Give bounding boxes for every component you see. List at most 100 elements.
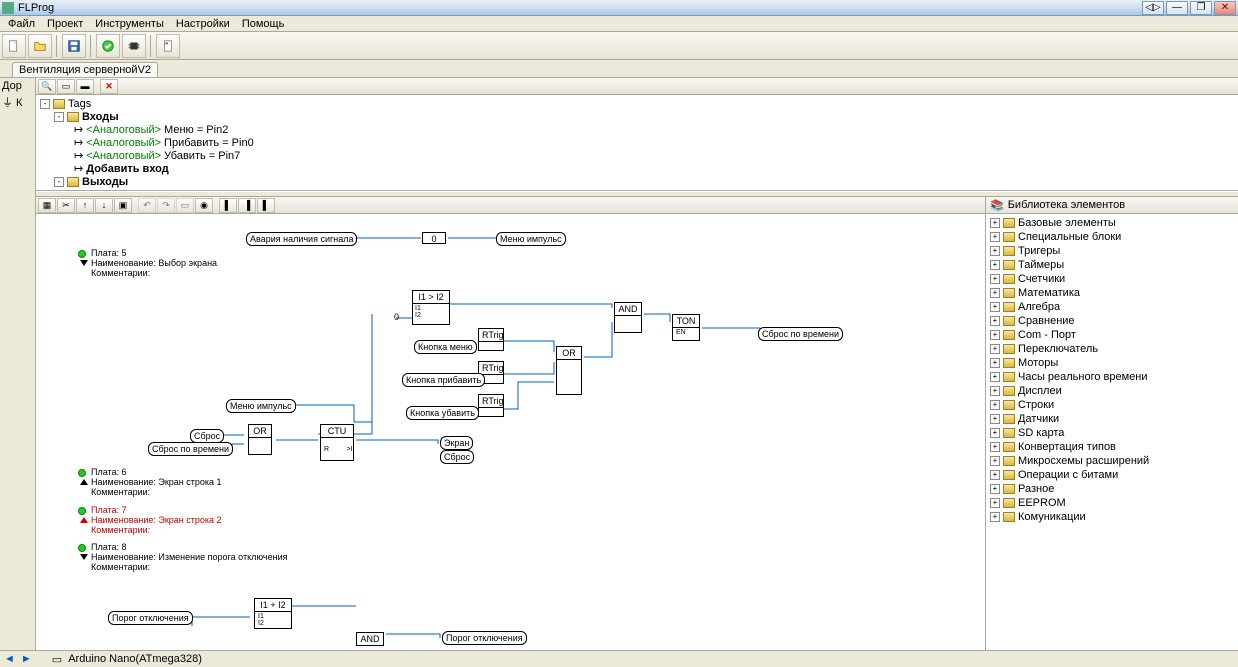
minimize-button[interactable]: — xyxy=(1166,1,1188,15)
left-nav-item[interactable]: Дор xyxy=(2,80,33,92)
block-porog-1[interactable]: Порог отключения xyxy=(108,611,193,625)
library-item[interactable]: +Моторы xyxy=(990,356,1234,370)
tree-outputs-node[interactable]: Выходы xyxy=(82,176,128,188)
window-extra-button[interactable]: ◁▷ xyxy=(1142,1,1164,15)
library-item[interactable]: +Таймеры xyxy=(990,258,1234,272)
block-screen[interactable]: Экран xyxy=(440,436,473,450)
library-item[interactable]: +Часы реального времени xyxy=(990,370,1234,384)
block-pass[interactable]: 0 xyxy=(422,232,446,244)
block-alarm[interactable]: Авария наличия сигнала xyxy=(246,232,357,246)
library-item[interactable]: +Разное xyxy=(990,482,1234,496)
expand-icon[interactable]: + xyxy=(990,358,1000,368)
library-item[interactable]: +Переключатель xyxy=(990,342,1234,356)
library-item[interactable]: +Специальные блоки xyxy=(990,230,1234,244)
library-item[interactable]: +Датчики xyxy=(990,412,1234,426)
tag-input-item[interactable]: <Аналоговый> xyxy=(86,124,161,136)
block-reset-time[interactable]: Сброс по времени xyxy=(148,442,233,456)
expand-icon[interactable]: + xyxy=(990,260,1000,270)
diag-btn-11[interactable]: ▐ xyxy=(238,198,256,213)
library-item[interactable]: +Алгебра xyxy=(990,300,1234,314)
status-nav-right[interactable]: ► xyxy=(21,653,32,665)
tree-inputs-node[interactable]: Входы xyxy=(82,111,119,123)
library-item[interactable]: +Дисплеи xyxy=(990,384,1234,398)
diag-btn-9[interactable]: ◉ xyxy=(195,198,213,213)
block-ctu[interactable]: CTU xyxy=(320,424,354,438)
expand-icon[interactable]: + xyxy=(990,232,1000,242)
expand-icon[interactable]: + xyxy=(990,386,1000,396)
diag-btn-4[interactable]: ↓ xyxy=(95,198,113,213)
library-item[interactable]: +SD карта xyxy=(990,426,1234,440)
diag-btn-10[interactable]: ▌ xyxy=(219,198,237,213)
block-sum[interactable]: I1 + I2 xyxy=(254,598,292,612)
library-item[interactable]: +Тригеры xyxy=(990,244,1234,258)
expand-icon[interactable]: + xyxy=(990,414,1000,424)
library-item[interactable]: +Сравнение xyxy=(990,314,1234,328)
new-file-button[interactable] xyxy=(2,34,26,58)
tag-input-item[interactable]: <Аналоговый> xyxy=(86,137,161,149)
tree-add-input[interactable]: Добавить вход xyxy=(86,163,169,175)
expand-icon[interactable]: + xyxy=(990,302,1000,312)
expand-icon[interactable]: + xyxy=(990,330,1000,340)
tags-tree[interactable]: -Tags -Входы ↦ <Аналоговый> Меню = Pin2 … xyxy=(36,95,1238,191)
block-menu-impulse-2[interactable]: Меню импульс xyxy=(226,399,296,413)
block-comparator-body[interactable]: I1I2 xyxy=(412,303,450,325)
block-reset-time-2[interactable]: Сброс по времени xyxy=(758,327,843,341)
block-ton-body[interactable]: EN xyxy=(672,327,700,341)
maximize-button[interactable]: ❐ xyxy=(1190,1,1212,15)
block-sum-body[interactable]: I1I2 xyxy=(254,611,292,629)
block-menu-impulse[interactable]: Меню импульс xyxy=(496,232,566,246)
block-porog-2[interactable]: Порог отключения xyxy=(442,631,527,645)
close-button[interactable]: ✕ xyxy=(1214,1,1236,15)
expand-icon[interactable]: - xyxy=(54,177,64,187)
compile-button[interactable] xyxy=(96,34,120,58)
menu-tools[interactable]: Инструменты xyxy=(89,18,170,30)
block-reset[interactable]: Сброс xyxy=(190,429,224,443)
expand-icon[interactable]: + xyxy=(990,218,1000,228)
diag-btn-8[interactable]: ▭ xyxy=(176,198,194,213)
menu-settings[interactable]: Настройки xyxy=(170,18,236,30)
block-ton[interactable]: TON xyxy=(672,314,700,328)
upload-button[interactable] xyxy=(122,34,146,58)
expand-icon[interactable]: + xyxy=(990,470,1000,480)
library-item[interactable]: +Строки xyxy=(990,398,1234,412)
library-item[interactable]: +Com - Порт xyxy=(990,328,1234,342)
block-reset-2[interactable]: Сброс xyxy=(440,450,474,464)
block-or-2[interactable]: OR xyxy=(556,346,582,360)
block-btn-menu[interactable]: Кнопка меню xyxy=(414,340,477,354)
expand-icon[interactable]: + xyxy=(990,498,1000,508)
expand-icon[interactable]: + xyxy=(990,428,1000,438)
library-item[interactable]: +Математика xyxy=(990,286,1234,300)
library-item[interactable]: +Базовые элементы xyxy=(990,216,1234,230)
tags-tool-1[interactable]: 🔍 xyxy=(38,79,56,94)
block-or-1[interactable]: OR xyxy=(248,424,272,438)
diag-btn-6[interactable]: ↶ xyxy=(138,198,156,213)
block-ctu-body[interactable]: R >I xyxy=(320,437,354,461)
diag-btn-12[interactable]: ▌ xyxy=(257,198,275,213)
document-tab[interactable]: Вентиляция сервернойV2 xyxy=(12,62,158,77)
library-item[interactable]: +Счетчики xyxy=(990,272,1234,286)
save-button[interactable] xyxy=(62,34,86,58)
tree-root-tags[interactable]: Tags xyxy=(68,98,91,110)
block-btn-add[interactable]: Кнопка прибавить xyxy=(402,373,485,387)
block-or-1-body[interactable] xyxy=(248,437,272,455)
expand-icon[interactable]: + xyxy=(990,372,1000,382)
diag-btn-2[interactable]: ✂ xyxy=(57,198,75,213)
library-item[interactable]: +Операции с битами xyxy=(990,468,1234,482)
library-item[interactable]: +EEPROM xyxy=(990,496,1234,510)
diagram-canvas[interactable]: Авария наличия сигнала 0 Меню импульс Пл… xyxy=(36,214,985,650)
diag-btn-1[interactable]: ▦ xyxy=(38,198,56,213)
diag-btn-3[interactable]: ↑ xyxy=(76,198,94,213)
tags-tool-3[interactable]: ▬ xyxy=(76,79,94,94)
collapse-icon[interactable]: - xyxy=(54,112,64,122)
block-comparator[interactable]: I1 > I2 xyxy=(412,290,450,304)
expand-icon[interactable]: + xyxy=(990,288,1000,298)
expand-icon[interactable]: + xyxy=(990,512,1000,522)
library-item[interactable]: +Конвертация типов xyxy=(990,440,1234,454)
library-tree[interactable]: +Базовые элементы+Специальные блоки+Триг… xyxy=(986,214,1238,650)
expand-icon[interactable]: + xyxy=(990,484,1000,494)
expand-icon[interactable]: + xyxy=(990,400,1000,410)
block-and-2[interactable]: AND xyxy=(356,632,384,646)
left-nav-item[interactable]: ⏚ К xyxy=(2,94,33,110)
tool-button[interactable] xyxy=(156,34,180,58)
menu-file[interactable]: Файл xyxy=(2,18,41,30)
